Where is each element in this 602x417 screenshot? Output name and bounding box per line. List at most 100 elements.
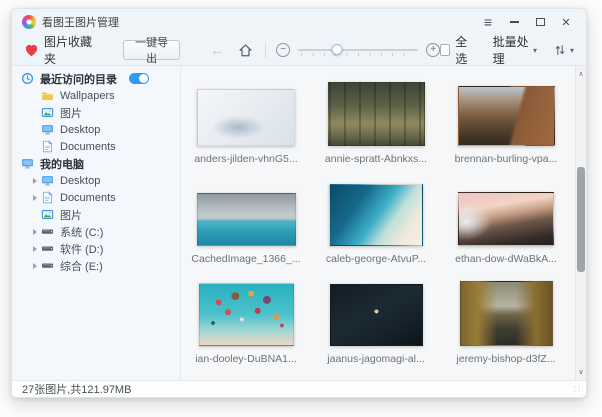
toolbar-divider bbox=[265, 43, 266, 58]
drive-icon bbox=[41, 259, 54, 272]
filename-caption: caleb-george-AtvuP... bbox=[326, 252, 426, 266]
sidebar-item[interactable]: 综合 (E:) bbox=[12, 257, 180, 274]
thumbnail-cell[interactable]: anders-jilden-vhnG5... bbox=[181, 69, 311, 169]
back-icon[interactable]: ← bbox=[210, 42, 224, 58]
expand-arrow-icon[interactable] bbox=[33, 229, 37, 235]
expand-arrow-icon[interactable] bbox=[33, 195, 37, 201]
filename-caption: annie-spratt-Abnkxs... bbox=[325, 152, 427, 166]
monitor-icon bbox=[41, 174, 54, 187]
chevron-down-icon: ▾ bbox=[533, 46, 537, 55]
expand-arrow-icon[interactable] bbox=[33, 263, 37, 269]
select-all-checkbox[interactable] bbox=[440, 44, 450, 56]
resize-grip-icon[interactable] bbox=[573, 385, 583, 395]
sidebar-item[interactable]: 软件 (D:) bbox=[12, 240, 180, 257]
slider-ticks bbox=[301, 53, 415, 56]
thumbnail-cell[interactable]: jeremy-bishop-d3fZ... bbox=[441, 269, 571, 369]
picture-icon bbox=[41, 208, 54, 221]
sidebar-item[interactable]: 图片 bbox=[12, 206, 180, 223]
computer-icon bbox=[21, 157, 34, 170]
nav-group: ← − + bbox=[210, 41, 440, 59]
sort-menu[interactable]: ▾ bbox=[553, 43, 574, 57]
thumbnail[interactable] bbox=[329, 184, 423, 246]
thumbnail-cell-partial bbox=[441, 369, 571, 380]
heart-icon[interactable] bbox=[24, 43, 39, 58]
filename-caption: ian-dooley-DuBNA1... bbox=[195, 352, 297, 366]
vertical-scrollbar[interactable]: ∧ ∨ bbox=[575, 66, 586, 380]
thumbnail-cell[interactable]: brennan-burling-vpa... bbox=[441, 69, 571, 169]
sidebar-item[interactable]: Desktop bbox=[12, 172, 180, 189]
thumbnail[interactable] bbox=[199, 283, 294, 346]
document-icon bbox=[41, 191, 54, 204]
recent-dirs-toggle[interactable] bbox=[129, 73, 149, 84]
folder-icon bbox=[41, 89, 54, 102]
thumbnail-grid: anders-jilden-vhnG5... annie-spratt-Abnkx… bbox=[181, 69, 571, 380]
thumbnail[interactable] bbox=[197, 89, 295, 146]
image-grid-area: anders-jilden-vhnG5... annie-spratt-Abnkx… bbox=[181, 66, 575, 380]
document-icon bbox=[41, 140, 54, 153]
sidebar-item[interactable]: Documents bbox=[12, 189, 180, 206]
scrollbar-thumb[interactable] bbox=[577, 167, 585, 272]
sidebar-section-header[interactable]: 最近访问的目录 bbox=[12, 70, 180, 87]
status-bar: 27张图片,共121.97MB bbox=[12, 380, 586, 397]
sidebar-item[interactable]: Desktop bbox=[12, 121, 180, 138]
sidebar-item[interactable]: 系统 (C:) bbox=[12, 223, 180, 240]
sidebar-item[interactable]: Wallpapers bbox=[12, 87, 180, 104]
image-count-status: 27张图片,共121.97MB bbox=[22, 381, 131, 397]
drive-icon bbox=[41, 242, 54, 255]
window-title: 看图王图片管理 bbox=[42, 14, 119, 30]
thumbnail-cell-partial bbox=[181, 369, 311, 380]
select-all-label[interactable]: 全选 bbox=[455, 33, 474, 67]
batch-process-menu[interactable]: 批量处理 ▾ bbox=[493, 33, 537, 67]
filename-caption: jaanus-jagomagi-al... bbox=[327, 352, 424, 366]
sidebar-item[interactable]: 图片 bbox=[12, 104, 180, 121]
thumbnail-cell[interactable]: ethan-dow-dWaBkA... bbox=[441, 169, 571, 269]
thumbnail-cell[interactable]: caleb-george-AtvuP... bbox=[311, 169, 441, 269]
slider-thumb[interactable] bbox=[331, 44, 342, 55]
thumbnail[interactable] bbox=[460, 281, 553, 346]
expand-arrow-icon[interactable] bbox=[33, 178, 37, 184]
thumbnail[interactable] bbox=[330, 284, 423, 346]
monitor-icon bbox=[41, 123, 54, 136]
picture-icon bbox=[41, 106, 54, 119]
thumbnail-cell[interactable]: ian-dooley-DuBNA1... bbox=[181, 269, 311, 369]
chevron-down-icon: ▾ bbox=[570, 46, 574, 55]
main-menu-icon[interactable]: ≡ bbox=[478, 13, 498, 31]
sidebar-section-header[interactable]: 我的电脑 bbox=[12, 155, 180, 172]
filename-caption: CachedImage_1366_... bbox=[191, 252, 300, 266]
slider-track[interactable] bbox=[298, 49, 418, 51]
app-window: 看图王图片管理 ≡ ✕ 图片收藏夹 一键导出 ← − + bbox=[11, 8, 587, 398]
sort-icon bbox=[553, 43, 567, 57]
thumbnail-cell[interactable]: jaanus-jagomagi-al... bbox=[311, 269, 441, 369]
zoom-slider[interactable] bbox=[298, 41, 418, 59]
toolbar: 图片收藏夹 一键导出 ← − + 全选 批量处理 ▾ bbox=[12, 35, 586, 66]
expand-arrow-icon[interactable] bbox=[33, 246, 37, 252]
thumbnail-cell[interactable]: annie-spratt-Abnkxs... bbox=[311, 69, 441, 169]
thumbnail-cell-partial bbox=[311, 369, 441, 380]
export-button[interactable]: 一键导出 bbox=[123, 40, 180, 60]
window-controls: ≡ ✕ bbox=[472, 13, 576, 31]
scroll-down-icon[interactable]: ∨ bbox=[576, 368, 586, 376]
maximize-icon[interactable] bbox=[530, 13, 550, 31]
sidebar-item[interactable]: Documents bbox=[12, 138, 180, 155]
zoom-out-icon[interactable]: − bbox=[276, 43, 290, 57]
filename-caption: ethan-dow-dWaBkA... bbox=[455, 252, 557, 266]
thumbnail[interactable] bbox=[197, 193, 296, 246]
toggle-knob bbox=[139, 74, 148, 83]
favorites-label[interactable]: 图片收藏夹 bbox=[44, 33, 97, 67]
filename-caption: anders-jilden-vhnG5... bbox=[194, 152, 297, 166]
title-bar: 看图王图片管理 ≡ ✕ bbox=[12, 9, 586, 35]
minimize-icon[interactable] bbox=[504, 13, 524, 31]
app-logo-icon bbox=[22, 15, 36, 29]
clock-icon bbox=[21, 72, 34, 85]
close-icon[interactable]: ✕ bbox=[556, 13, 576, 31]
thumbnail[interactable] bbox=[458, 86, 555, 146]
folder-tree-sidebar: 最近访问的目录Wallpapers图片DesktopDocuments我的电脑D… bbox=[12, 66, 181, 380]
home-icon[interactable] bbox=[238, 43, 253, 58]
scroll-up-icon[interactable]: ∧ bbox=[576, 70, 586, 78]
thumbnail[interactable] bbox=[458, 192, 554, 246]
batch-process-label: 批量处理 bbox=[493, 33, 530, 67]
thumbnail-cell[interactable]: CachedImage_1366_... bbox=[181, 169, 311, 269]
thumbnail[interactable] bbox=[328, 82, 425, 146]
drive-icon bbox=[41, 225, 54, 238]
zoom-in-icon[interactable]: + bbox=[426, 43, 440, 57]
